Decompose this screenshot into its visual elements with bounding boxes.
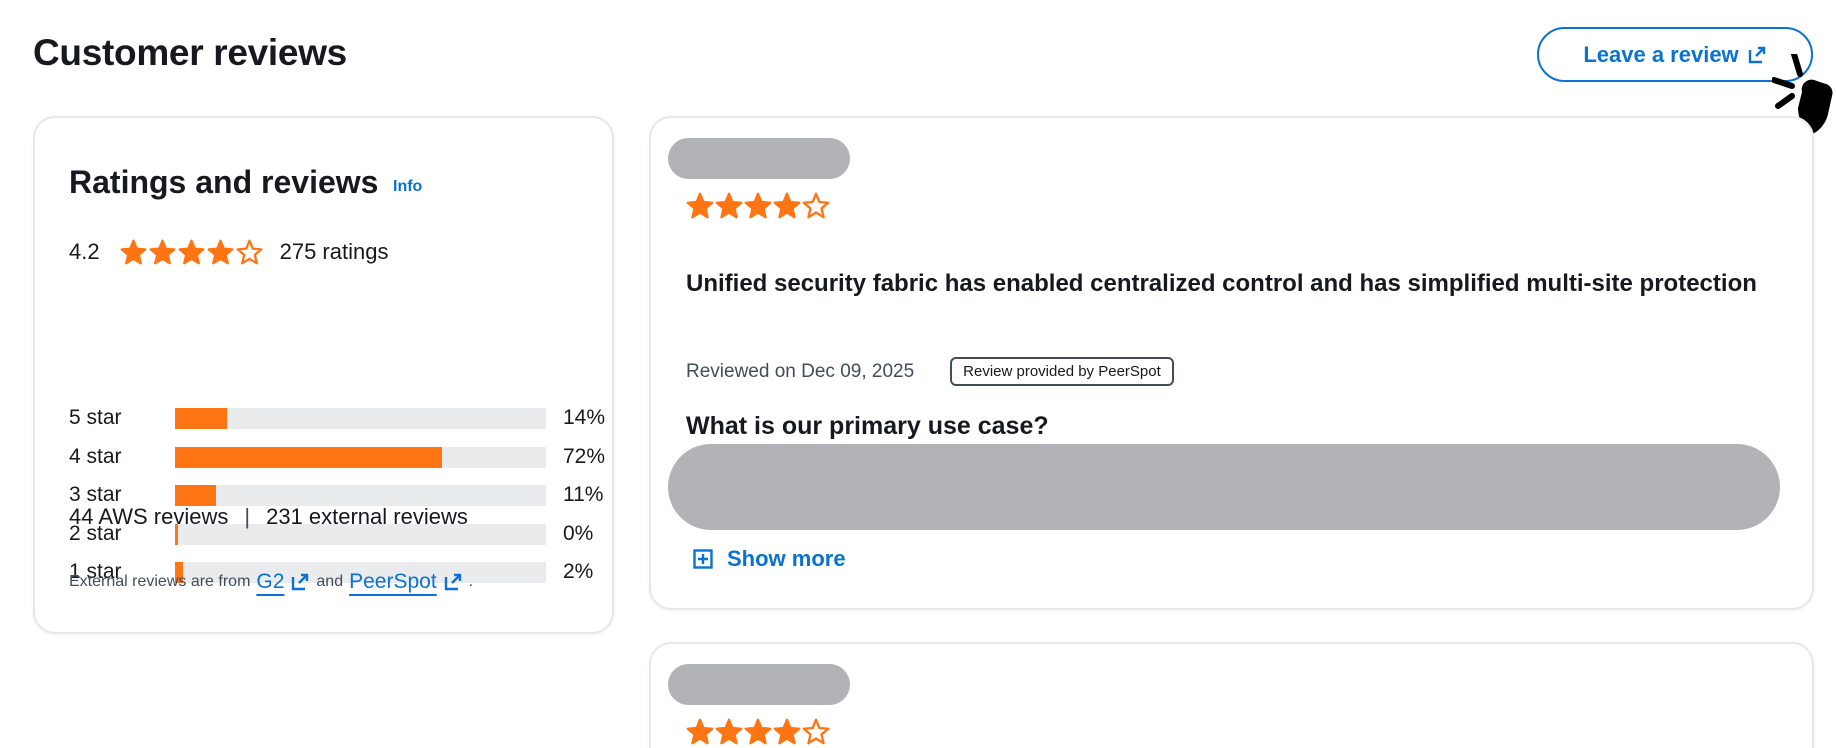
redacted-reviewer-name	[668, 138, 850, 179]
g2-link[interactable]: G2	[256, 570, 284, 594]
leave-review-label: Leave a review	[1583, 41, 1739, 67]
rating-bar-percent: 14%	[563, 406, 606, 429]
rating-bar-track	[175, 485, 546, 506]
rating-bar-percent: 11%	[563, 483, 604, 506]
redacted-review-text	[668, 444, 1780, 530]
show-more-button[interactable]: Show more	[693, 546, 846, 572]
star-icon	[744, 718, 772, 745]
external-note: External reviews are from G2 and PeerSpo…	[69, 570, 473, 594]
star-icon	[715, 192, 743, 219]
star-icon	[207, 239, 234, 264]
rating-bar-track	[175, 408, 546, 429]
rating-bar-fill	[175, 446, 443, 468]
rating-bar-percent: 72%	[563, 444, 606, 468]
external-note-suffix: .	[468, 573, 474, 590]
external-note-prefix: External reviews are from	[69, 573, 251, 590]
rating-bar-percent: 2%	[563, 560, 594, 583]
redacted-reviewer-name	[668, 664, 850, 705]
review-date: Reviewed on Dec 09, 2025	[686, 360, 915, 382]
aws-reviews-count: 44 AWS reviews	[69, 504, 229, 529]
summary-stars	[120, 239, 263, 266]
external-link-icon	[444, 573, 461, 591]
star-icon	[802, 192, 830, 219]
star-icon	[178, 239, 205, 264]
ratings-title: Ratings and reviews	[69, 164, 379, 200]
review-card: Unified security fabric has enabled cent…	[649, 116, 1814, 610]
star-icon	[236, 239, 263, 264]
rating-bar-percent: 0%	[563, 521, 594, 545]
separator: |	[244, 504, 251, 529]
rating-bar-label: 4 star	[69, 444, 122, 468]
rating-bar-label: 5 star	[69, 406, 122, 429]
review-counts: 44 AWS reviews | 231 external reviews	[69, 504, 468, 530]
star-icon	[773, 192, 801, 219]
star-icon	[802, 718, 830, 745]
external-note-and: and	[316, 573, 344, 590]
review-meta: Reviewed on Dec 09, 2025 Review provided…	[686, 357, 1174, 386]
star-icon	[120, 239, 147, 264]
rating-bar-row[interactable]: 4 star 72%	[69, 444, 609, 471]
show-more-label: Show more	[727, 546, 846, 571]
page-title: Customer reviews	[33, 32, 347, 73]
peerspot-link[interactable]: PeerSpot	[349, 570, 437, 594]
average-rating: 4.2	[69, 239, 100, 264]
star-icon	[715, 718, 743, 745]
review-title: Unified security fabric has enabled cent…	[686, 270, 1757, 297]
star-icon	[686, 192, 714, 219]
external-link-icon	[292, 573, 309, 591]
review-stars	[686, 718, 830, 746]
star-icon	[149, 239, 176, 264]
rating-bar-fill	[175, 408, 227, 429]
provider-badge: Review provided by PeerSpot	[950, 357, 1174, 386]
external-link-icon	[1748, 46, 1765, 63]
info-link[interactable]: Info	[393, 178, 422, 196]
review-card	[649, 642, 1814, 748]
external-reviews-count: 231 external reviews	[266, 504, 468, 529]
review-stars	[686, 192, 830, 220]
ratings-card: Ratings and reviews Info 4.2 275 ratings…	[33, 116, 614, 634]
plus-square-icon	[693, 549, 713, 569]
star-icon	[744, 192, 772, 219]
star-icon	[686, 718, 714, 745]
ratings-summary: 4.2 275 ratings	[69, 234, 388, 270]
review-question: What is our primary use case?	[686, 412, 1049, 440]
rating-bar-track	[175, 446, 546, 468]
star-icon	[773, 718, 801, 745]
ratings-count: 275 ratings	[279, 239, 389, 264]
rating-bar-fill	[175, 485, 216, 506]
rating-bar-row[interactable]: 5 star 14%	[69, 406, 609, 432]
